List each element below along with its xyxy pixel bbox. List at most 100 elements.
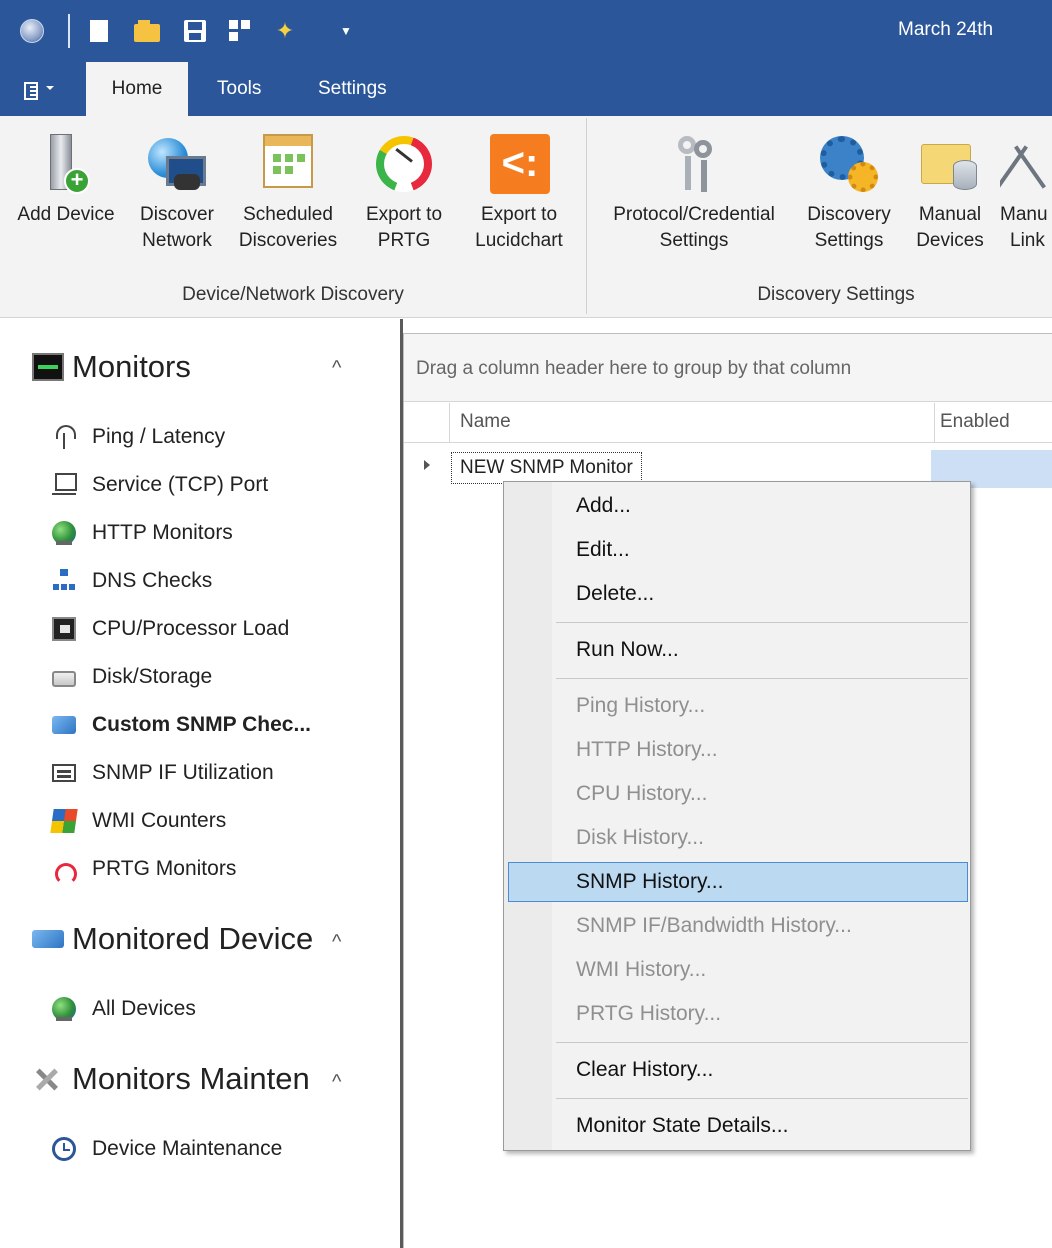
sidebar-item-cpu-processor-load[interactable]: CPU/Processor Load (52, 613, 289, 645)
group-by-hint: Drag a column header here to group by th… (416, 358, 852, 379)
sidebar-item-http-monitors[interactable]: HTTP Monitors (52, 517, 233, 549)
export-to-lucidchart-button[interactable]: <: Export to Lucidchart (464, 132, 574, 254)
gears-icon (818, 132, 880, 200)
sidebar-item-snmp-if-utilization[interactable]: SNMP IF Utilization (52, 757, 274, 789)
scheduled-discoveries-label-line1: Scheduled (243, 204, 333, 225)
chevron-down-icon (46, 86, 54, 90)
sidebar-item-disk-storage[interactable]: Disk/Storage (52, 661, 212, 693)
menu-item-add[interactable]: Add... (508, 486, 968, 526)
menu-item-clear-history[interactable]: Clear History... (508, 1050, 968, 1090)
sidebar-item-dns-checks[interactable]: DNS Checks (52, 565, 212, 597)
column-header-row: Name Enabled (404, 403, 1052, 443)
row-name-cell[interactable]: NEW SNMP Monitor (451, 452, 642, 484)
collapse-caret-icon[interactable]: ^ (332, 931, 341, 954)
tab-settings[interactable]: Settings (318, 62, 387, 116)
sidebar-item-device-maintenance[interactable]: Device Maintenance (52, 1133, 282, 1165)
menu-item-snmp-if-bandwidth-history[interactable]: SNMP IF/Bandwidth History... (508, 906, 968, 946)
app-globe-icon[interactable] (20, 19, 44, 43)
discovery-settings-label-line2: Settings (814, 230, 884, 251)
menu-item-http-history[interactable]: HTTP History... (508, 730, 968, 770)
manual-devices-label-line1: Manual (918, 204, 982, 225)
tools-icon (32, 1065, 64, 1093)
layout-grid-icon[interactable] (229, 20, 251, 42)
keys-icon (668, 132, 720, 200)
sidebar-item-label: All Devices (92, 997, 196, 1020)
sidebar-item-label: HTTP Monitors (92, 521, 233, 544)
discovery-settings-label-line1: Discovery (807, 204, 891, 225)
file-menu-button[interactable] (22, 78, 66, 104)
sidebar-item-label: Custom SNMP Chec... (92, 713, 311, 736)
monitored-device-icon (32, 930, 64, 948)
sidebar-item-custom-snmp-checks[interactable]: Custom SNMP Chec... (52, 709, 311, 741)
manual-devices-button[interactable]: Manual Devices (908, 132, 992, 254)
tcp-port-icon (52, 473, 77, 497)
sidebar-item-label: PRTG Monitors (92, 857, 237, 880)
export-to-prtg-button[interactable]: Export to PRTG (354, 132, 454, 254)
sidebar-section-monitors[interactable]: Monitors (32, 349, 191, 385)
menu-item-ping-history[interactable]: Ping History... (508, 686, 968, 726)
menu-separator (556, 622, 968, 623)
open-folder-icon[interactable] (134, 20, 160, 42)
dns-icon (52, 569, 76, 593)
discover-network-label-line2: Network (142, 230, 212, 251)
menu-item-delete[interactable]: Delete... (508, 574, 968, 614)
snmp-if-icon (52, 764, 76, 782)
customize-toolbar-dropdown-icon[interactable]: ▼ (340, 20, 354, 42)
sidebar-section-monitored-device[interactable]: Monitored Device (32, 921, 313, 957)
group-by-panel[interactable]: Drag a column header here to group by th… (404, 334, 1052, 402)
sidebar-section-title: Monitored Device (72, 921, 314, 956)
prtg-icon (52, 857, 77, 885)
sidebar-item-prtg-monitors[interactable]: PRTG Monitors (52, 853, 236, 885)
protocol-credential-settings-button[interactable]: Protocol/Credential Settings (600, 132, 788, 254)
sidebar-item-all-devices[interactable]: All Devices (52, 993, 196, 1025)
scheduled-discoveries-label-line2: Discoveries (238, 230, 338, 251)
add-device-label: Add Device (17, 204, 115, 225)
ribbon-tab-bar: Home Tools Settings (0, 62, 1052, 116)
discover-network-button[interactable]: Discover Network (132, 132, 222, 254)
sidebar-item-service-tcp-port[interactable]: Service (TCP) Port (52, 469, 268, 501)
menu-item-cpu-history[interactable]: CPU History... (508, 774, 968, 814)
protocol-credential-label-line1: Protocol/Credential (613, 204, 775, 225)
save-icon[interactable] (184, 20, 206, 42)
sidebar-item-label: SNMP IF Utilization (92, 761, 274, 784)
wmi-icon (50, 809, 78, 833)
sidebar-item-ping-latency[interactable]: Ping / Latency (52, 421, 225, 453)
new-file-icon[interactable] (90, 20, 108, 42)
add-device-icon: + (46, 132, 90, 200)
menu-item-prtg-history[interactable]: PRTG History... (508, 994, 968, 1034)
column-header-enabled[interactable]: Enabled (940, 411, 1010, 433)
clock-icon (52, 1137, 76, 1161)
menu-item-run-now[interactable]: Run Now... (508, 630, 968, 670)
menu-item-wmi-history[interactable]: WMI History... (508, 950, 968, 990)
menu-item-disk-history[interactable]: Disk History... (508, 818, 968, 858)
title-date: March 24th (898, 19, 994, 40)
collapse-caret-icon[interactable]: ^ (332, 357, 341, 380)
discovery-settings-button[interactable]: Discovery Settings (798, 132, 900, 254)
sidebar-item-label: DNS Checks (92, 569, 213, 592)
sidebar-section-monitors-maintenance[interactable]: Monitors Mainten (32, 1061, 310, 1097)
sidebar-item-wmi-counters[interactable]: WMI Counters (50, 805, 226, 837)
column-separator[interactable] (934, 403, 935, 443)
manual-links-label-line1: Manu (1000, 204, 1048, 225)
column-header-name[interactable]: Name (460, 411, 511, 433)
sidebar-item-label: Ping / Latency (92, 425, 226, 448)
menu-item-monitor-state-details[interactable]: Monitor State Details... (508, 1106, 968, 1146)
sidebar-item-label: Device Maintenance (92, 1137, 283, 1160)
manual-links-label-line2: Link (1010, 230, 1045, 251)
add-device-button[interactable]: + Add Device (10, 132, 122, 228)
manual-devices-label-line2: Devices (916, 230, 984, 251)
tab-tools[interactable]: Tools (217, 62, 261, 116)
tab-home[interactable]: Home (86, 62, 188, 116)
ribbon: + Add Device Discover Network Scheduled … (0, 116, 1052, 318)
globe-icon (52, 997, 76, 1021)
manual-links-button[interactable]: Manu Link (1000, 132, 1052, 254)
menu-item-snmp-history[interactable]: SNMP History... (508, 862, 968, 902)
collapse-caret-icon[interactable]: ^ (332, 1071, 341, 1094)
menu-item-edit[interactable]: Edit... (508, 530, 968, 570)
wizard-icon[interactable]: ✦ (272, 20, 298, 42)
sidebar-item-label: Service (TCP) Port (92, 473, 269, 496)
scheduled-discoveries-button[interactable]: Scheduled Discoveries (232, 132, 344, 254)
menu-separator (556, 678, 968, 679)
expand-row-icon[interactable] (424, 460, 430, 470)
row-indicator-header (404, 403, 450, 443)
